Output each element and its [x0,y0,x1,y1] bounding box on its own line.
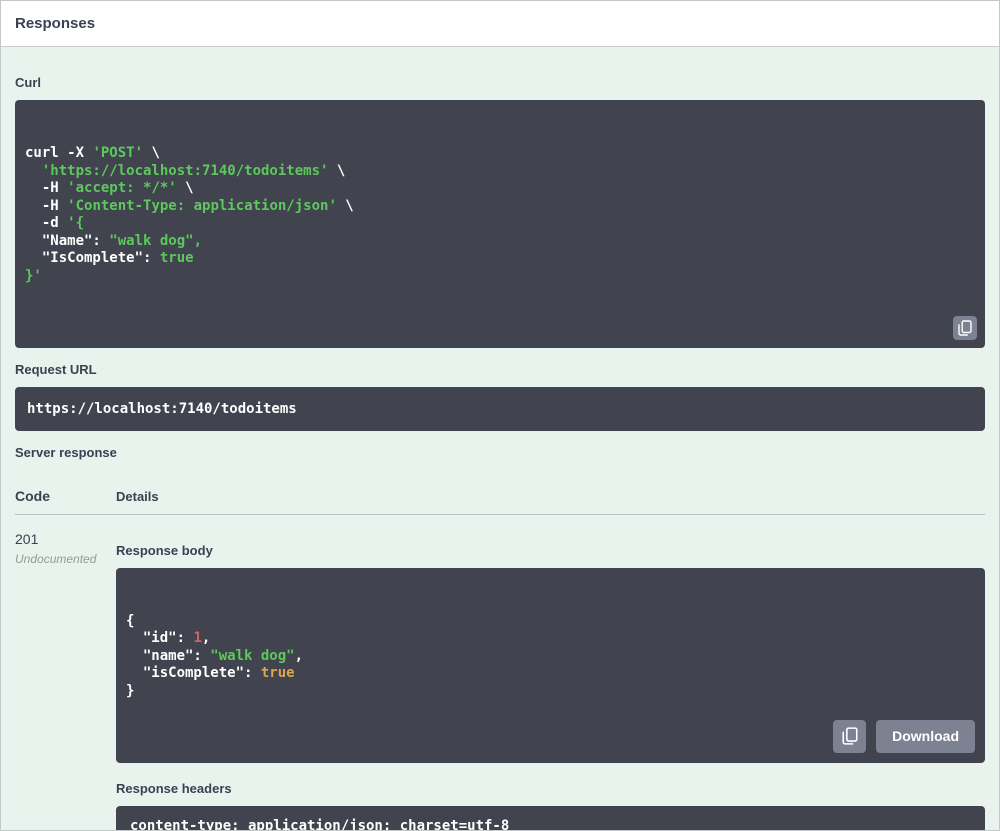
server-response-label: Server response [15,444,117,460]
copy-response-body-button[interactable] [833,719,867,753]
curl-command-block: curl -X 'POST' \ 'https://localhost:7140… [15,100,985,348]
download-button[interactable]: Download [876,719,975,753]
response-body-text: { "id": 1, "name": "walk dog", "isComple… [126,612,304,699]
responses-section-header: Responses [1,1,999,47]
status-code-201: 201 [15,530,39,547]
response-body-label: Response body [116,542,213,558]
request-url-label: Request URL [15,361,97,377]
response-headers-label: Response headers [116,780,232,796]
curl-label: Curl [15,75,41,90]
panel-body: Curl curl -X 'POST' \ 'https://localhost… [1,47,999,831]
response-body-actions: Download [833,719,975,753]
code-column-header: Code [15,487,50,504]
details-cell: Response body { "id": 1, "name": "walk d… [116,531,985,830]
status-code-cell: 201 Undocumented [15,531,116,831]
undocumented-label: Undocumented [15,551,97,566]
clipboard-icon [958,319,972,336]
clipboard-icon [842,727,858,745]
responses-title: Responses [15,15,96,32]
curl-command-text: curl -X 'POST' \ 'https://localhost:7140… [25,145,354,284]
copy-curl-button[interactable] [953,315,977,340]
server-response-row: 201 Undocumented Response body { "id": 1… [15,515,985,831]
request-url-value: https://localhost:7140/todoitems [15,386,985,431]
response-headers-block: content-type: application/json; charset=… [116,805,985,830]
responses-panel: Responses Curl curl -X 'POST' \ 'https:/… [0,0,1000,831]
details-column-header: Details [116,488,159,504]
server-response-table: Code Details 201 Undocumented Response b… [15,470,985,831]
response-body-block: { "id": 1, "name": "walk dog", "isComple… [116,567,985,763]
server-response-table-header: Code Details [15,470,985,515]
